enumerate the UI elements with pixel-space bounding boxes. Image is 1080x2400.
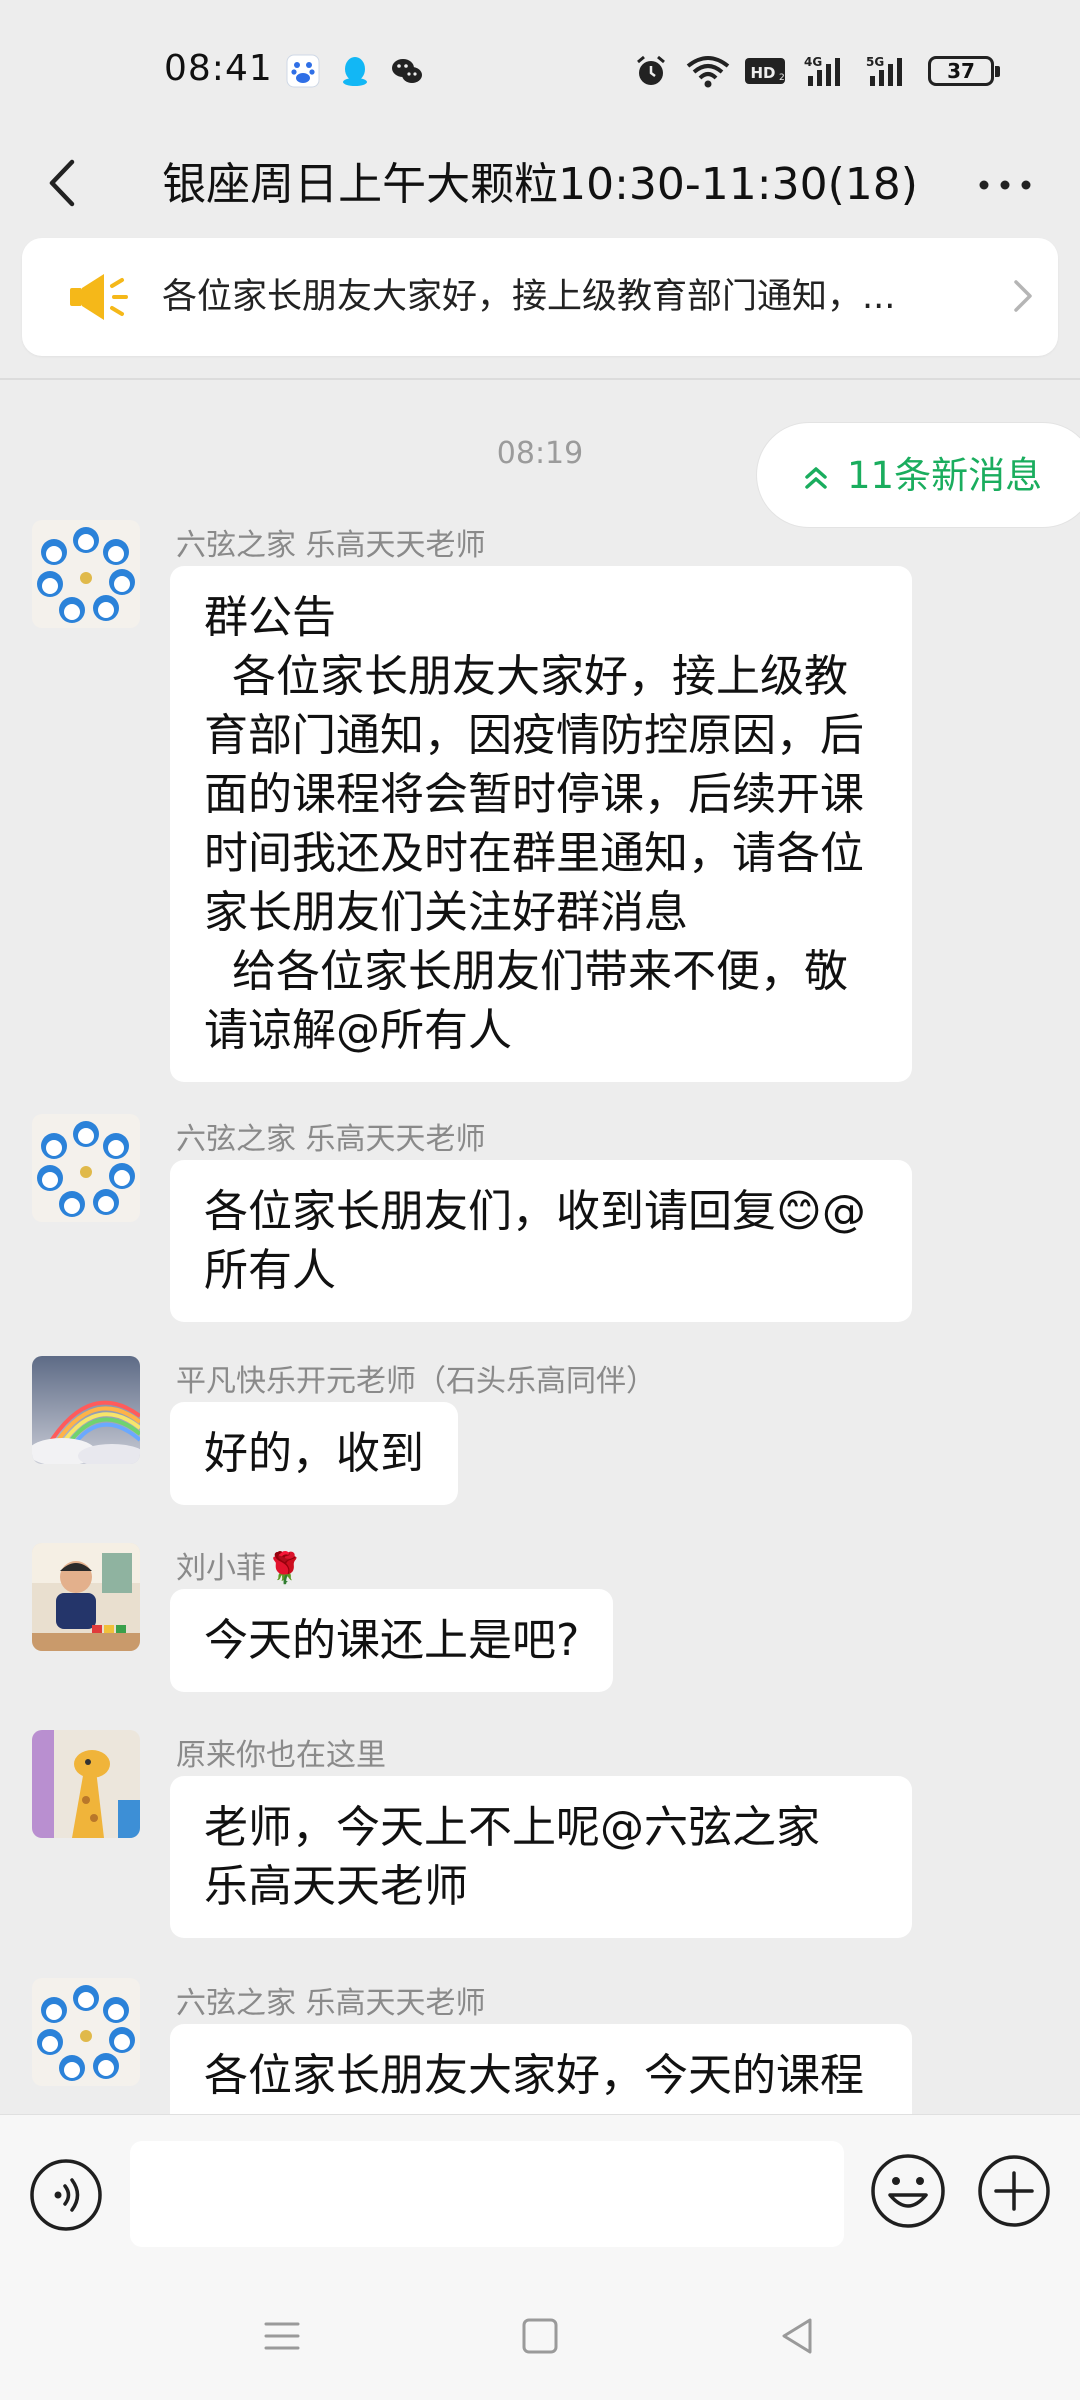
- message-bubble[interactable]: 各位家长朋友大家好，今天的课程: [170, 2024, 912, 2114]
- divider: [0, 378, 1080, 380]
- chat-title: 银座周日上午大颗粒10:30-11:30(18): [162, 159, 918, 210]
- message-bubble[interactable]: 各位家长朋友们，收到请回复😊@所有人: [170, 1160, 912, 1322]
- qq-icon: [343, 57, 367, 86]
- doraemon-avatar[interactable]: [32, 1114, 140, 1222]
- double-chevron-up-icon: [805, 467, 827, 489]
- doraemon-avatar[interactable]: [32, 520, 140, 628]
- sender-name: 六弦之家 乐高天天老师: [176, 1986, 486, 2021]
- battery-level: 37: [947, 59, 975, 83]
- child-photo-avatar[interactable]: [32, 1543, 140, 1651]
- more-horizontal-icon[interactable]: [970, 160, 1040, 210]
- chat-message: 刘小菲🌹 今天的课还上是吧?: [0, 1543, 1080, 1693]
- doraemon-avatar[interactable]: [32, 1978, 140, 2086]
- home-square-icon[interactable]: [518, 2314, 562, 2358]
- svg-text:2: 2: [779, 73, 785, 83]
- message-input[interactable]: [130, 2141, 844, 2247]
- chat-message: 平凡快乐开元老师（石头乐高同伴） 好的，收到: [0, 1356, 1080, 1506]
- chat-message: 六弦之家 乐高天天老师 群公告 各位家长朋友大家好，接上级教育部门通知，因疫情防…: [0, 520, 1080, 1082]
- alarm-icon: [637, 55, 665, 85]
- pinned-text: 各位家长朋友大家好，接上级教育部门通知，...: [162, 277, 896, 317]
- svg-text:4G: 4G: [804, 55, 822, 69]
- message-bubble[interactable]: 今天的课还上是吧?: [170, 1589, 614, 1692]
- message-bubble[interactable]: 老师，今天上不上呢@六弦之家 乐高天天老师: [170, 1776, 912, 1938]
- back-triangle-icon[interactable]: [776, 2314, 820, 2358]
- svg-text:HD: HD: [750, 64, 775, 82]
- voice-icon[interactable]: [28, 2157, 104, 2233]
- chat-message: 原来你也在这里 老师，今天上不上呢@六弦之家 乐高天天老师: [0, 1730, 1080, 1940]
- wechat-icon: [392, 59, 422, 83]
- message-bubble[interactable]: 好的，收到: [170, 1402, 458, 1505]
- signal-4g-icon: 4G: [804, 55, 840, 86]
- svg-text:5G: 5G: [866, 55, 884, 69]
- plus-icon[interactable]: [976, 2153, 1052, 2229]
- menu-icon[interactable]: [260, 2314, 304, 2358]
- chat-message: 六弦之家 乐高天天老师 各位家长朋友大家好，今天的课程: [0, 1978, 1080, 2114]
- input-bar: [0, 2114, 1080, 2274]
- sender-name: 原来你也在这里: [176, 1738, 386, 1773]
- sender-name: 刘小菲🌹: [176, 1551, 304, 1586]
- new-messages-label: 11条新消息: [847, 454, 1043, 497]
- baidu-icon: [286, 54, 320, 88]
- hd-icon: HD 2: [745, 58, 785, 84]
- status-bar: 08:41 HD 2 4G 5G 37: [0, 0, 1080, 130]
- system-nav-bar: [0, 2274, 1080, 2400]
- chevron-right-icon: [1014, 280, 1032, 312]
- wifi-icon: [686, 56, 730, 88]
- emoji-icon[interactable]: [868, 2151, 948, 2231]
- pinned-announcement[interactable]: 各位家长朋友大家好，接上级教育部门通知，...: [22, 238, 1058, 356]
- chat-header: 银座周日上午大颗粒10:30-11:30(18): [0, 130, 1080, 240]
- sender-name: 平凡快乐开元老师（石头乐高同伴）: [176, 1364, 656, 1399]
- megaphone-icon: [70, 274, 128, 320]
- rainbow-avatar[interactable]: [32, 1356, 140, 1464]
- chat-message: 六弦之家 乐高天天老师 各位家长朋友们，收到请回复😊@所有人: [0, 1114, 1080, 1322]
- status-time: 08:41: [164, 48, 273, 89]
- chevron-left-icon[interactable]: [30, 148, 100, 218]
- chat-area[interactable]: 08:19 11条新消息 六弦之家 乐高天天老师 群公告 各位家长朋友大家好，接…: [0, 378, 1080, 2114]
- signal-5g-icon: 5G: [866, 55, 902, 86]
- giraffe-avatar[interactable]: [32, 1730, 140, 1838]
- sender-name: 六弦之家 乐高天天老师: [176, 528, 486, 563]
- new-messages-button[interactable]: 11条新消息: [756, 422, 1080, 528]
- sender-name: 六弦之家 乐高天天老师: [176, 1122, 486, 1157]
- message-bubble[interactable]: 群公告 各位家长朋友大家好，接上级教育部门通知，因疫情防控原因，后面的课程将会暂…: [170, 566, 912, 1082]
- battery-icon: 37: [928, 56, 1000, 86]
